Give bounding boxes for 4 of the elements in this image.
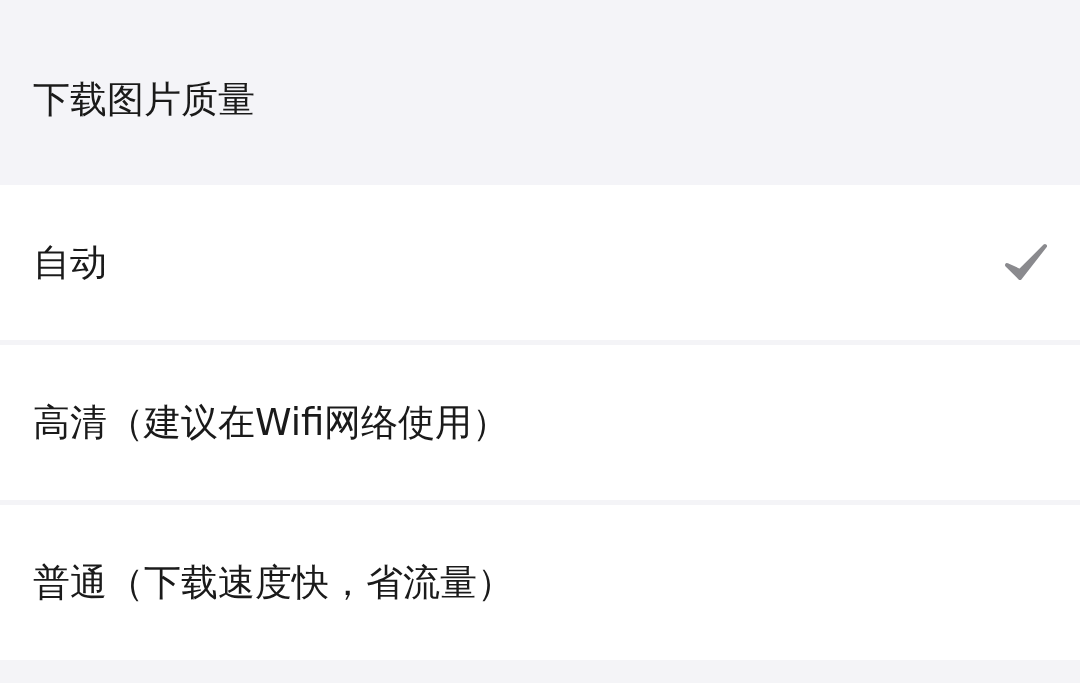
section-title: 下载图片质量: [33, 76, 255, 123]
option-row[interactable]: 高清（建议在Wifi网络使用）: [0, 345, 1080, 500]
option-row[interactable]: 自动: [0, 185, 1080, 340]
option-row[interactable]: 普通（下载速度快，省流量）: [0, 505, 1080, 660]
